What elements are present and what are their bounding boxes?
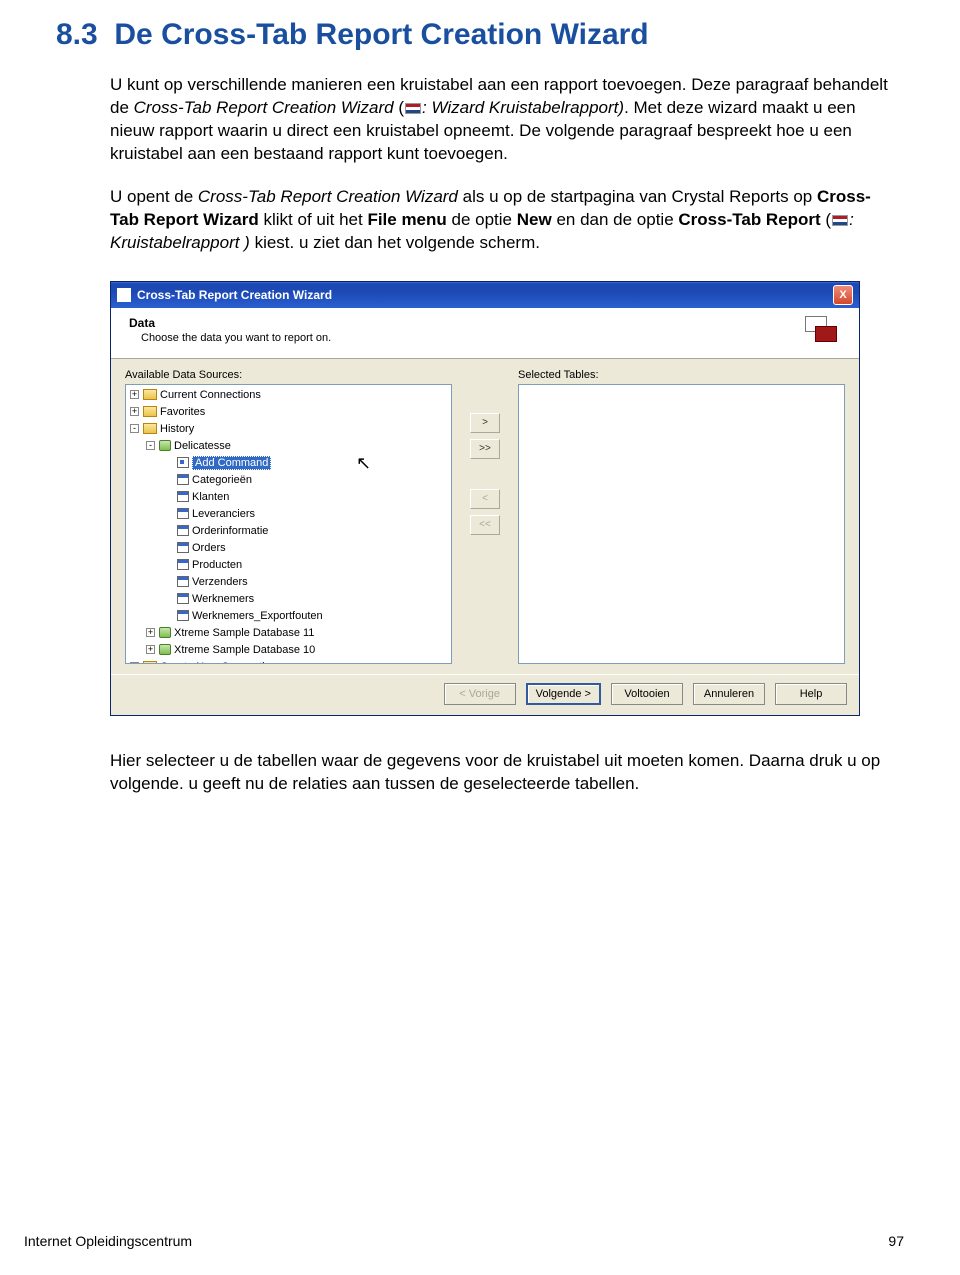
database-icon (159, 440, 171, 451)
folder-icon (143, 406, 157, 417)
folder-icon (143, 661, 157, 663)
tree-item[interactable]: Klanten (162, 489, 449, 506)
tree-item[interactable]: Categorieën (162, 472, 449, 489)
tree-item-label: Werknemers (192, 593, 254, 605)
step-subtitle: Choose the data you want to report on. (141, 332, 331, 344)
tree-item[interactable]: Add Command (162, 455, 449, 472)
tree-item[interactable]: Leveranciers (162, 506, 449, 523)
finish-button[interactable]: Voltooien (611, 683, 683, 705)
tree-item[interactable]: Werknemers_Exportfouten (162, 608, 449, 625)
selected-label: Selected Tables: (518, 369, 845, 381)
tree-item-label: Orderinformatie (192, 525, 268, 537)
table-icon (177, 491, 189, 502)
tree-item-label: Xtreme Sample Database 11 (174, 627, 314, 639)
database-icon (159, 627, 171, 638)
collapse-icon[interactable]: - (130, 424, 139, 433)
tree-item-label: Xtreme Sample Database 10 (174, 644, 315, 656)
database-icon (159, 644, 171, 655)
cancel-button[interactable]: Annuleren (693, 683, 765, 705)
table-icon (177, 542, 189, 553)
tree-item[interactable]: - Delicatesse Add Command Categorieën Klante… (146, 438, 449, 625)
tree-item-label: Orders (192, 542, 226, 554)
section-heading: 8.3 De Cross-Tab Report Creation Wizard (56, 18, 904, 52)
available-label: Available Data Sources: (125, 369, 452, 381)
tree-item[interactable]: Producten (162, 557, 449, 574)
tree-item-label: Favorites (160, 406, 205, 418)
command-icon (177, 457, 189, 468)
tree-item[interactable]: Orders (162, 540, 449, 557)
closing-paragraph: Hier selecteer u de tabellen waar de geg… (110, 750, 894, 796)
footer-org: Internet Opleidingscentrum (24, 1233, 192, 1249)
step-title: Data (129, 316, 331, 330)
selected-tables-list[interactable] (518, 384, 845, 664)
tree-item-label: Producten (192, 559, 242, 571)
table-icon (177, 559, 189, 570)
tree-item-label: Klanten (192, 491, 229, 503)
add-button[interactable]: > (470, 413, 500, 433)
tree-item-label: Delicatesse (174, 440, 231, 452)
help-button[interactable]: Help (775, 683, 847, 705)
remove-all-button[interactable]: << (470, 515, 500, 535)
tree-item-label: Werknemers_Exportfouten (192, 610, 323, 622)
table-icon (177, 576, 189, 587)
close-button[interactable]: X (833, 285, 853, 305)
flag-nl-icon (405, 103, 421, 114)
folder-icon (143, 389, 157, 400)
crosstab-icon (805, 316, 845, 348)
intro-paragraph-1: U kunt op verschillende manieren een kru… (110, 74, 894, 166)
remove-button[interactable]: < (470, 489, 500, 509)
table-icon (177, 508, 189, 519)
add-all-button[interactable]: >> (470, 439, 500, 459)
flag-nl-icon (832, 215, 848, 226)
table-icon (177, 525, 189, 536)
wizard-window: Cross-Tab Report Creation Wizard X Data … (110, 281, 860, 716)
expand-icon[interactable]: + (130, 390, 139, 399)
page-footer: Internet Opleidingscentrum 97 (24, 1233, 904, 1249)
tree-item[interactable]: + Create New Connection (130, 659, 449, 664)
titlebar: Cross-Tab Report Creation Wizard X (111, 282, 859, 308)
expand-icon[interactable]: + (146, 628, 155, 637)
tree-item[interactable]: Verzenders (162, 574, 449, 591)
tree-item[interactable]: + Xtreme Sample Database 11 (146, 625, 449, 642)
table-icon (177, 610, 189, 621)
tree-item-label: Leveranciers (192, 508, 255, 520)
tree-item-label: Current Connections (160, 389, 261, 401)
tree-item-label: Verzenders (192, 576, 248, 588)
back-button[interactable]: < Vorige (444, 683, 516, 705)
table-icon (177, 474, 189, 485)
tree-item[interactable]: + Favorites (130, 404, 449, 421)
expand-icon[interactable]: + (146, 645, 155, 654)
wizard-header: Data Choose the data you want to report … (111, 308, 859, 359)
tree-item-label: Add Command (192, 456, 271, 470)
tree-item[interactable]: + Xtreme Sample Database 10 (146, 642, 449, 659)
footer-page-number: 97 (888, 1233, 904, 1249)
app-icon (117, 288, 131, 302)
next-button[interactable]: Volgende > (526, 683, 601, 705)
expand-icon[interactable]: + (130, 407, 139, 416)
tree-item[interactable]: Werknemers (162, 591, 449, 608)
tree-item[interactable]: -History-DelicatesseAdd CommandCategorie… (130, 421, 449, 659)
available-data-sources-tree[interactable]: +Current Connections+Favorites-History-D… (125, 384, 452, 664)
tree-item[interactable]: + Current Connections (130, 387, 449, 404)
table-icon (177, 593, 189, 604)
window-title: Cross-Tab Report Creation Wizard (137, 288, 332, 302)
tree-item[interactable]: Orderinformatie (162, 523, 449, 540)
folder-icon (143, 423, 157, 434)
tree-item-label: Categorieën (192, 474, 252, 486)
tree-item-label: Create New Connection (160, 661, 277, 664)
expand-icon[interactable]: + (130, 662, 139, 663)
tree-item-label: History (160, 423, 194, 435)
collapse-icon[interactable]: - (146, 441, 155, 450)
intro-paragraph-2: U opent de Cross-Tab Report Creation Wiz… (110, 186, 894, 255)
wizard-footer: < Vorige Volgende > Voltooien Annuleren … (111, 674, 859, 715)
